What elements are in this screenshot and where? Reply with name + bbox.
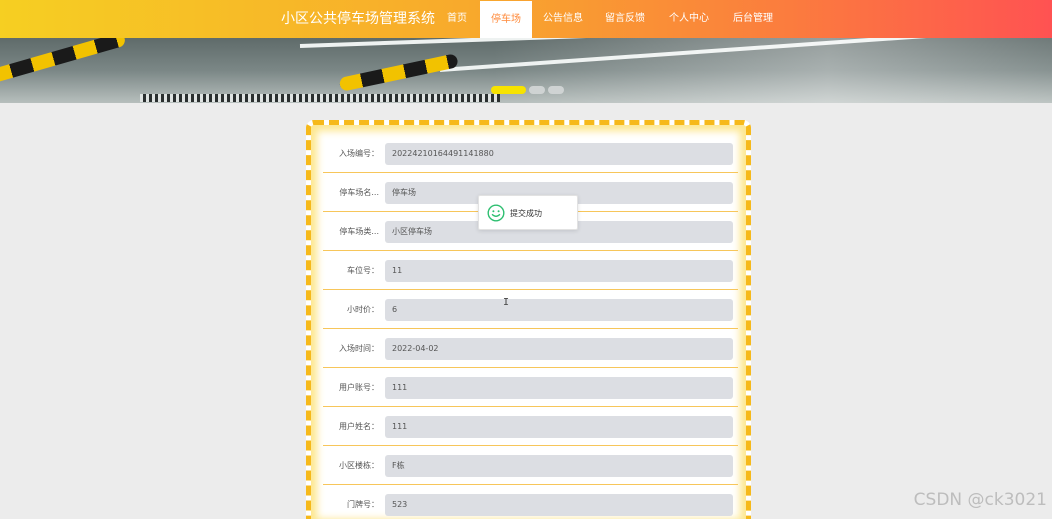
form-row-entry-time: 入场时间：	[323, 329, 738, 368]
form-row-entry-number: 入场编号：	[323, 134, 738, 173]
text-cursor: I	[503, 297, 510, 308]
parking-type-label: 停车场类...	[339, 227, 379, 236]
form-row-user-name: 用户姓名：	[323, 407, 738, 446]
nav-home[interactable]: 首页	[440, 0, 474, 38]
carousel-dot-2[interactable]	[529, 86, 545, 94]
form-row-hourly-price: 小时价：	[323, 290, 738, 329]
door-number-field[interactable]	[385, 494, 733, 516]
banner-drain-grate	[140, 94, 500, 102]
door-number-label: 门牌号：	[347, 500, 379, 509]
banner-light-overlay	[492, 38, 1052, 103]
user-account-field[interactable]	[385, 377, 733, 399]
banner-parking-bumper	[0, 38, 127, 84]
banner-carousel	[0, 38, 1052, 103]
building-label: 小区楼栋：	[339, 461, 379, 470]
watermark: CSDN @ck3021	[913, 490, 1047, 510]
user-name-label: 用户姓名：	[339, 422, 379, 431]
success-toast: 提交成功	[478, 195, 578, 230]
hourly-price-label: 小时价：	[347, 305, 379, 314]
carousel-dot-3[interactable]	[548, 86, 564, 94]
parking-name-label: 停车场名...	[339, 188, 379, 197]
entry-number-field[interactable]	[385, 143, 733, 165]
user-name-field[interactable]	[385, 416, 733, 438]
entry-number-label: 入场编号：	[339, 149, 379, 158]
toast-message: 提交成功	[510, 209, 542, 218]
nav-parking[interactable]: 停车场	[480, 1, 532, 38]
form-row-door-number: 门牌号：	[323, 485, 738, 519]
parking-detail-form: 入场编号： 停车场名... 停车场类... 车位号： 小时价： 入场时间： 用户…	[306, 120, 751, 519]
nav-admin[interactable]: 后台管理	[728, 0, 778, 38]
building-field[interactable]	[385, 455, 733, 477]
nav-feedback[interactable]: 留言反馈	[600, 0, 650, 38]
top-nav-bar: 小区公共停车场管理系统 首页 停车场 公告信息 留言反馈 个人中心 后台管理	[0, 0, 1052, 38]
form-row-building: 小区楼栋：	[323, 446, 738, 485]
banner-parking-bumper	[338, 53, 459, 92]
nav-announcements[interactable]: 公告信息	[538, 0, 588, 38]
smile-icon	[487, 204, 505, 222]
entry-time-field[interactable]	[385, 338, 733, 360]
form-row-user-account: 用户账号：	[323, 368, 738, 407]
entry-time-label: 入场时间：	[339, 344, 379, 353]
nav-personal-center[interactable]: 个人中心	[664, 0, 714, 38]
form-row-space-number: 车位号：	[323, 251, 738, 290]
carousel-dot-1[interactable]	[491, 86, 526, 94]
site-title: 小区公共停车场管理系统	[281, 11, 435, 27]
hourly-price-field[interactable]	[385, 299, 733, 321]
space-number-label: 车位号：	[347, 266, 379, 275]
space-number-field[interactable]	[385, 260, 733, 282]
user-account-label: 用户账号：	[339, 383, 379, 392]
